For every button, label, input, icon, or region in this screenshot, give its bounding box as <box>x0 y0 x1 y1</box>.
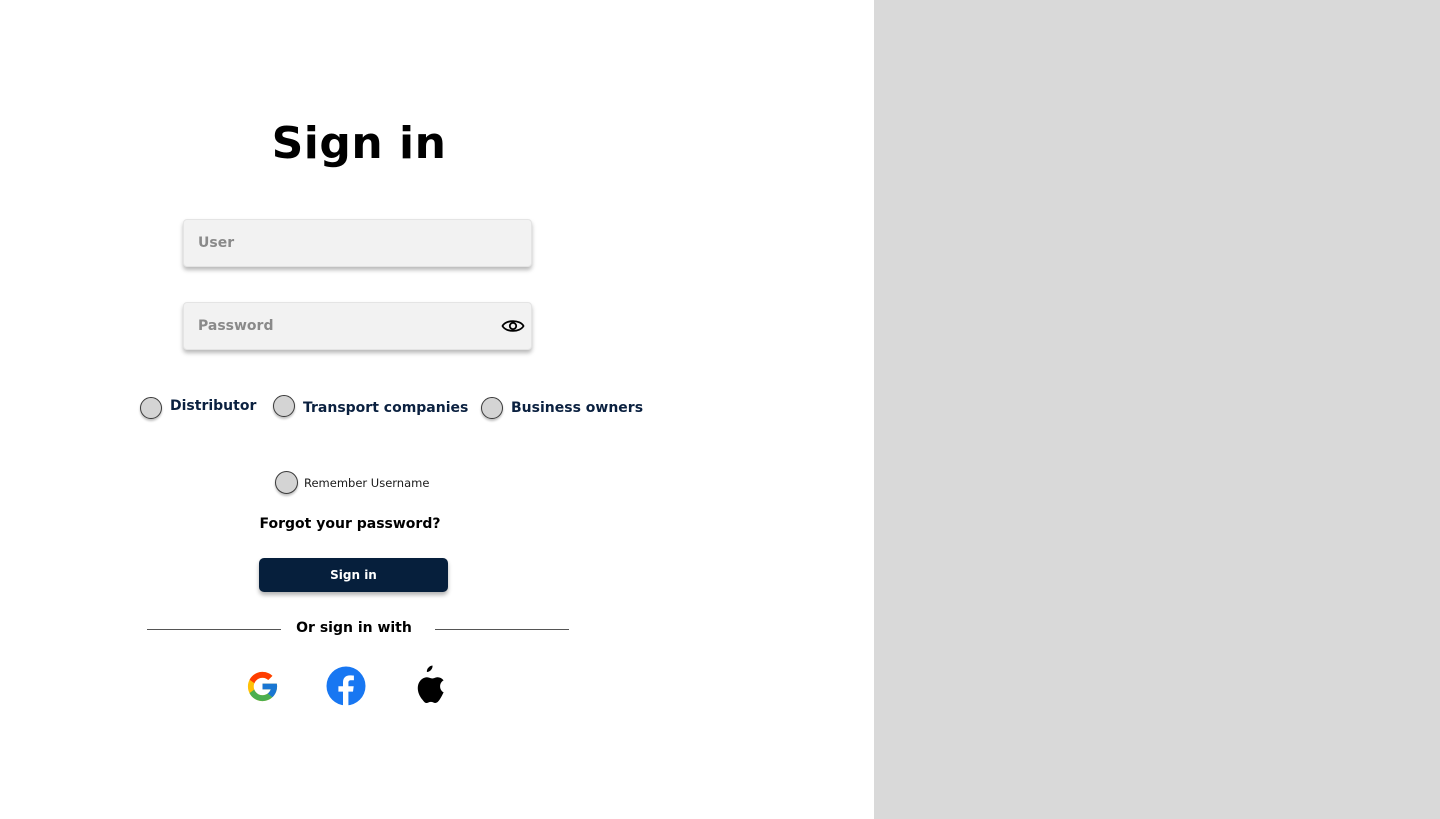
user-input[interactable] <box>198 220 498 266</box>
role-radio[interactable] <box>481 397 503 419</box>
divider-label: Or sign in with <box>296 620 412 636</box>
google-icon[interactable] <box>245 669 280 704</box>
password-input[interactable] <box>198 303 498 349</box>
role-label: Transport companies <box>303 400 469 416</box>
role-option-distributor[interactable]: Distributor <box>140 394 256 422</box>
remember-checkbox[interactable] <box>275 471 298 494</box>
facebook-icon[interactable] <box>326 666 366 706</box>
sign-in-page: Sign in Distributor Transport companies … <box>0 0 1440 819</box>
password-field[interactable] <box>183 302 532 350</box>
sign-in-button[interactable]: Sign in <box>259 558 448 592</box>
role-option-business-owners[interactable]: Business owners <box>481 394 643 422</box>
remember-label: Remember Username <box>304 475 430 490</box>
side-image-panel <box>874 0 1440 819</box>
divider-line-left <box>147 629 281 630</box>
page-title: Sign in <box>271 118 447 169</box>
divider-line-right <box>435 629 569 630</box>
eye-icon[interactable] <box>501 316 525 336</box>
role-label: Distributor <box>170 398 257 414</box>
sign-in-panel: Sign in Distributor Transport companies … <box>0 0 874 819</box>
role-radio[interactable] <box>273 395 295 417</box>
remember-username[interactable]: Remember Username <box>275 471 429 494</box>
role-radio[interactable] <box>140 397 162 419</box>
apple-icon[interactable] <box>414 663 450 703</box>
user-field[interactable] <box>183 219 532 267</box>
role-label: Business owners <box>511 400 644 416</box>
role-option-transport-companies[interactable]: Transport companies <box>273 394 468 422</box>
forgot-password-link[interactable]: Forgot your password? <box>200 516 500 532</box>
